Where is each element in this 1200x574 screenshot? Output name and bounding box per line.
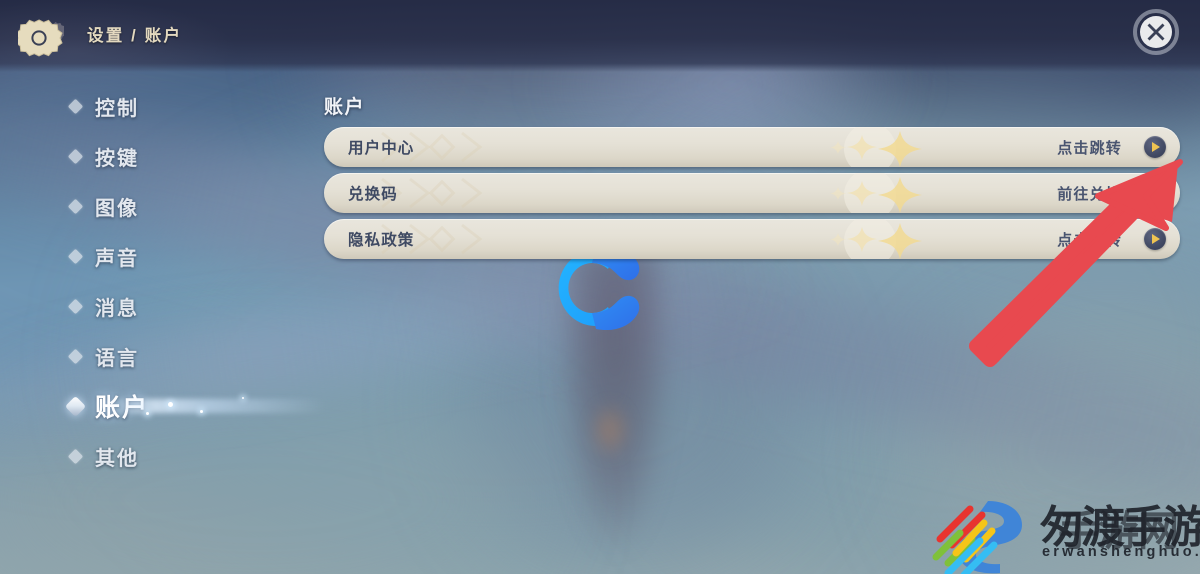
diamond-bullet-icon	[67, 148, 84, 164]
sidebar-item-label: 其他	[95, 447, 139, 470]
gear-icon	[15, 12, 66, 58]
sidebar-item-control[interactable]: 控制	[60, 86, 290, 126]
row-decoration	[376, 173, 526, 213]
sidebar-item-label: 声音	[95, 247, 139, 270]
row-action-label: 点击跳转	[1057, 231, 1122, 249]
sidebar-item-keys[interactable]: 按键	[60, 136, 290, 176]
row-sparkle-decoration	[750, 219, 1000, 259]
row-sparkle-decoration	[750, 173, 1000, 213]
sidebar-item-label: 账户	[95, 394, 150, 422]
row-action-label: 前往兑换	[1057, 185, 1122, 203]
sidebar-item-graphics[interactable]: 图像	[60, 186, 290, 226]
row-label: 兑换码	[348, 186, 398, 203]
close-icon[interactable]	[1133, 9, 1179, 55]
diamond-bullet-icon	[67, 198, 84, 214]
sidebar-item-label: 按键	[95, 147, 139, 170]
diamond-bullet-icon	[67, 298, 84, 314]
list-item-redeem-code[interactable]: 兑换码 前往兑换	[324, 173, 1180, 213]
background-character-highlight	[588, 400, 632, 460]
chevron-right-icon[interactable]	[1144, 228, 1166, 250]
diamond-bullet-icon	[67, 248, 84, 264]
list-item-user-center[interactable]: 用户中心 点击跳转	[324, 127, 1180, 167]
sidebar-item-language[interactable]: 语言	[60, 336, 290, 376]
diamond-bullet-icon	[67, 348, 84, 364]
chevron-right-icon[interactable]	[1144, 182, 1166, 204]
row-label: 用户中心	[348, 140, 415, 157]
sidebar-item-label: 语言	[95, 347, 139, 370]
chevron-right-icon[interactable]	[1144, 136, 1166, 158]
sidebar-item-other[interactable]: 其他	[60, 436, 290, 476]
row-label: 隐私政策	[348, 232, 415, 249]
sidebar-item-label: 控制	[95, 97, 139, 120]
sparkle-particle	[242, 397, 244, 399]
sidebar-item-account[interactable]: 账户	[60, 386, 326, 426]
row-action-label: 点击跳转	[1057, 139, 1122, 157]
list-item-privacy-policy[interactable]: 隐私政策 点击跳转	[324, 219, 1180, 259]
sparkle-particle	[200, 410, 203, 413]
row-sparkle-decoration	[750, 127, 1000, 167]
game-settings-screen: 设置 / 账户 控制 按键 图像 声音 消息 语言 账户 其他 账户 用户中心 …	[0, 0, 1200, 574]
account-settings-list: 用户中心 点击跳转 兑换码 前往兑换 隐私政策 点击跳转	[324, 127, 1180, 265]
sidebar-item-label: 消息	[95, 297, 139, 320]
diamond-bullet-icon	[64, 395, 87, 417]
sidebar-item-label: 图像	[95, 197, 139, 220]
sidebar-item-audio[interactable]: 声音	[60, 236, 290, 276]
diamond-bullet-icon	[67, 448, 84, 464]
settings-sidebar: 控制 按键 图像 声音 消息 语言 账户 其他	[60, 86, 326, 486]
breadcrumb[interactable]: 设置 / 账户	[87, 22, 182, 46]
diamond-bullet-icon	[67, 98, 84, 114]
page-title: 账户	[324, 97, 366, 118]
sparkle-particle	[168, 402, 173, 407]
sidebar-item-messages[interactable]: 消息	[60, 286, 290, 326]
